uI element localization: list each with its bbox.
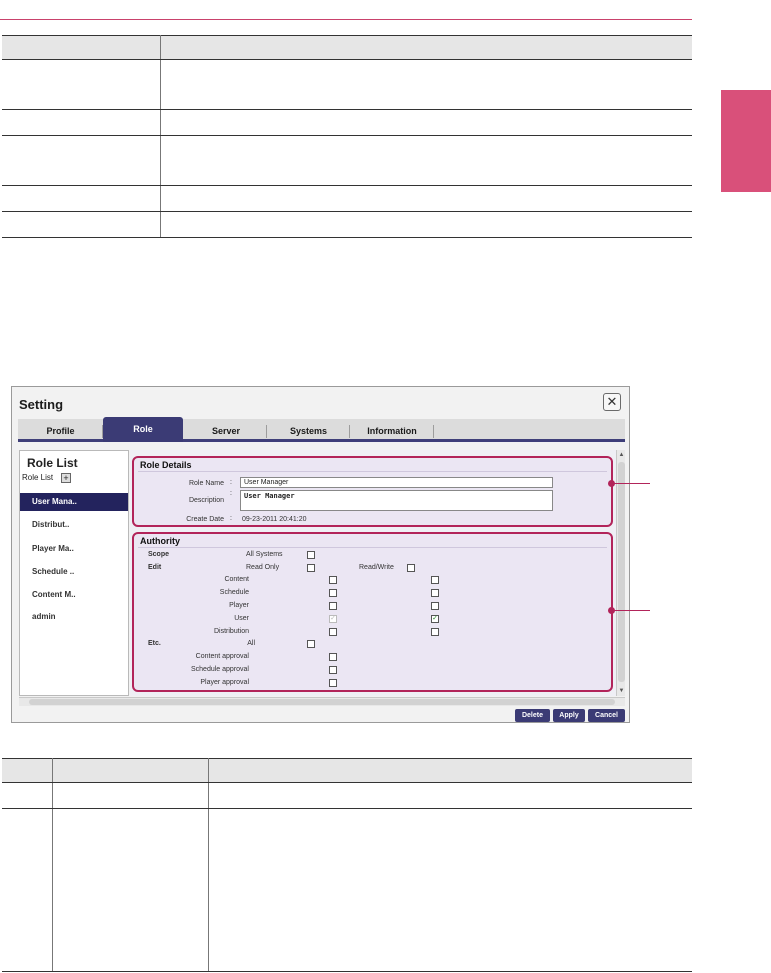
role-list-item[interactable]: Distribut.. [20,516,128,534]
role-list-item[interactable]: Schedule .. [20,563,128,581]
role-list-item[interactable]: admin [20,608,128,626]
dialog-title: Setting [19,397,64,412]
chapter-side-tab [721,90,771,192]
read-only-label: Read Only [246,564,280,571]
user-read-checkbox[interactable]: ✓ [329,615,337,623]
role-content-pane: Role Details Role Name : User Manager De… [130,450,616,696]
close-icon[interactable]: ✕ [603,393,621,411]
read-write-checkbox[interactable] [407,564,415,572]
read-only-checkbox[interactable] [307,564,315,572]
role-details-section: Role Details Role Name : User Manager De… [132,456,613,527]
label-colon: : [230,479,232,486]
content-read-checkbox[interactable] [329,576,337,584]
role-list-panel: Role List Role List + User Mana.. Distri… [19,450,129,696]
schedule-read-checkbox[interactable] [329,589,337,597]
description-label: Description [188,497,224,504]
content-approval-checkbox[interactable] [329,653,337,661]
player-approval-checkbox[interactable] [329,679,337,687]
tab-server[interactable]: Server [185,421,267,441]
table-header-row [2,758,692,783]
scroll-thumb[interactable] [618,462,625,682]
section-divider [138,471,607,472]
tab-bar: Profile Role Server Systems Information [18,417,625,442]
tab-role[interactable]: Role [103,417,183,442]
schedule-write-checkbox[interactable] [431,589,439,597]
table-row [2,185,692,212]
table-row [2,59,692,110]
role-name-label: Role Name [188,480,224,487]
distribution-write-checkbox[interactable] [431,628,439,636]
bottom-table [2,758,692,972]
role-name-input[interactable]: User Manager [240,477,553,488]
create-date-label: Create Date [186,516,224,523]
authority-section: Authority Scope All Systems Edit Read On… [132,532,613,692]
player-read-checkbox[interactable] [329,602,337,610]
content-write-checkbox[interactable] [431,576,439,584]
player-label: Player [229,602,249,609]
table-row [2,782,692,809]
schedule-approval-checkbox[interactable] [329,666,337,674]
table-header-row [2,35,692,60]
scroll-up-icon[interactable]: ▲ [617,450,626,460]
role-list-item[interactable]: User Mana.. [20,493,128,511]
role-list-item[interactable]: Player Ma.. [20,540,128,558]
schedule-label: Schedule [219,589,249,596]
tab-profile[interactable]: Profile [18,421,103,441]
table-row [2,808,692,972]
distribution-read-checkbox[interactable] [329,628,337,636]
all-systems-checkbox[interactable] [307,551,315,559]
cancel-button[interactable]: Cancel [588,709,625,722]
section-divider [138,547,607,548]
callout-line [614,610,650,611]
create-date-value: 09-23-2011 20:41:20 [242,516,307,523]
etc-label: Etc. [148,640,161,647]
user-write-checkbox[interactable]: ✓ [431,615,439,623]
top-rule [0,19,692,20]
horizontal-scrollbar[interactable] [19,697,625,706]
schedule-approval-label: Schedule approval [191,666,249,673]
vertical-scrollbar[interactable]: ▲ ▼ [616,450,625,696]
distribution-label: Distribution [213,628,249,635]
label-colon: : [230,515,232,522]
scroll-down-icon[interactable]: ▼ [617,686,626,696]
setting-dialog: Setting ✕ Profile Role Server Systems In… [11,386,630,723]
table-row [2,109,692,136]
authority-header: Authority [140,536,180,546]
role-list-title: Role List [27,456,78,470]
all-systems-label: All Systems [246,551,283,558]
delete-button[interactable]: Delete [515,709,550,722]
description-textarea[interactable]: User Manager [240,490,553,511]
role-list-item[interactable]: Content M.. [20,586,128,604]
content-label: Content [224,576,249,583]
player-write-checkbox[interactable] [431,602,439,610]
content-approval-label: Content approval [195,653,249,660]
scope-label: Scope [148,551,170,558]
table-row [2,211,692,238]
table-row [2,135,692,186]
read-write-label: Read/Write [359,564,394,571]
tab-information[interactable]: Information [350,421,434,441]
add-role-icon[interactable]: + [61,473,71,483]
all-label: All [247,640,255,647]
label-colon: : [230,490,232,497]
player-approval-label: Player approval [200,679,249,686]
tab-systems[interactable]: Systems [267,421,350,441]
etc-all-checkbox[interactable] [307,640,315,648]
scroll-thumb[interactable] [29,699,615,705]
user-label: User [234,615,249,622]
top-table [2,35,692,238]
role-details-header: Role Details [140,460,192,470]
edit-label: Edit [148,564,162,571]
role-list-subtitle: Role List [22,473,54,482]
callout-line [614,483,650,484]
apply-button[interactable]: Apply [553,709,585,722]
